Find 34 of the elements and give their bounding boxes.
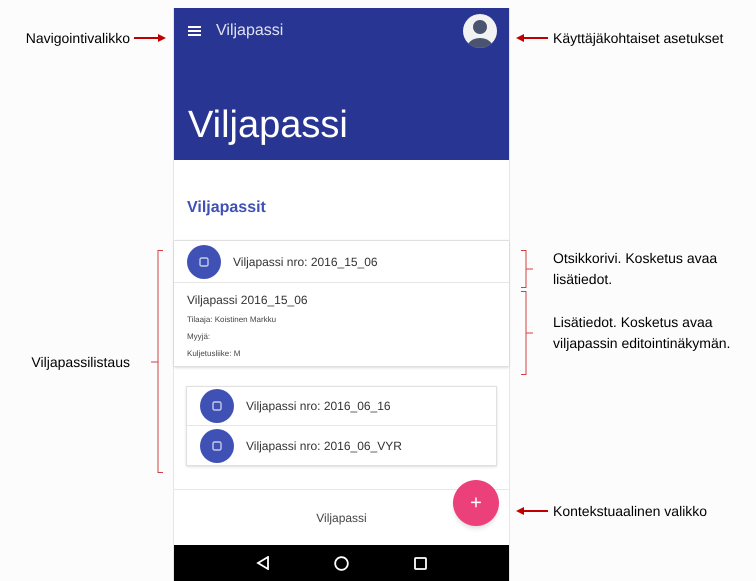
details-line: Kuljetusliike: M — [187, 348, 242, 360]
arrow-icon — [516, 34, 548, 42]
app-title: Viljapassi — [216, 21, 284, 41]
add-button[interactable]: + — [453, 480, 499, 526]
annotation-text: Käyttäjäkohtaiset asetukset — [553, 29, 724, 48]
section-title: Viljapassit — [187, 198, 266, 218]
bottom-bar-label[interactable]: Viljapassi — [316, 508, 367, 526]
details-line: Tilaaja: Koistinen Markku — [187, 314, 278, 326]
page-title: Viljapassi — [188, 106, 348, 144]
annotation-text: Otsikkorivi. Kosketus avaa lisätiedot. — [553, 249, 718, 289]
item-title: Viljapassi nro: 2016_06_16 — [246, 398, 391, 415]
item-title: Viljapassi nro: 2016_15_06 — [233, 254, 378, 270]
document-icon — [200, 389, 234, 423]
list-item[interactable]: Viljapassi nro: 2016_15_06 — [174, 241, 509, 282]
home-icon[interactable] — [334, 556, 350, 570]
overview-icon[interactable] — [414, 556, 427, 570]
avatar-icon[interactable] — [463, 14, 497, 48]
arrow-icon — [134, 34, 166, 42]
document-icon — [200, 428, 234, 462]
list-item[interactable]: Viljapassi nro: 2016_06_VYR — [187, 426, 496, 465]
details-heading: Viljapassi 2016_15_06 — [187, 292, 309, 309]
menu-icon[interactable] — [188, 26, 201, 36]
annotation-text: Lisätiedot. Kosketus avaa viljapassin editointinäkymän. — [553, 313, 732, 353]
item-title: Viljapassi nro: 2016_06_VYR — [246, 438, 402, 454]
annotation-text: Viljapassilistaus — [31, 353, 130, 372]
details-line: Myyjä: — [187, 331, 212, 343]
back-icon[interactable] — [256, 556, 270, 570]
bracket-drawing — [520, 250, 534, 288]
details-panel[interactable]: Viljapassi 2016_15_06 Tilaaja: Koistinen Markku Myyjä: Kuljetusliike: M — [174, 282, 509, 366]
annotation-text: Navigointivalikko — [26, 29, 130, 48]
list-item[interactable]: Viljapassi nro: 2016_06_16 — [187, 387, 496, 426]
annotation-text: Kontekstuaalinen valikko — [553, 502, 708, 521]
document-icon — [187, 244, 221, 278]
arrow-icon — [516, 507, 548, 515]
